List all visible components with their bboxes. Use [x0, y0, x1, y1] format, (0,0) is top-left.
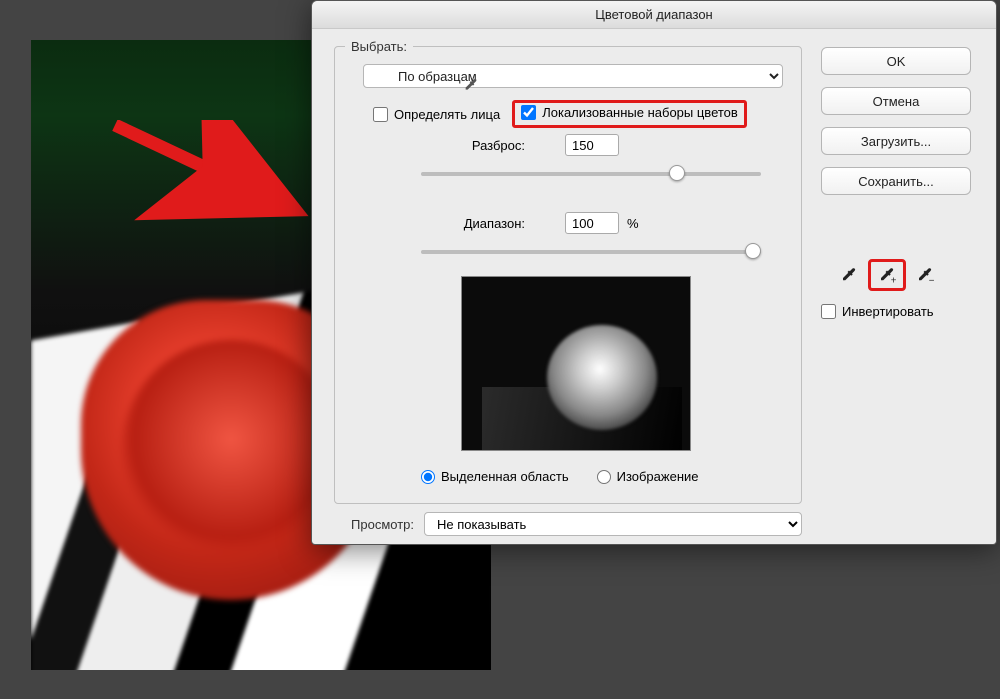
eyedropper-add-button[interactable]: + — [872, 263, 902, 287]
select-label: Выбрать: — [345, 39, 413, 54]
fuzziness-input[interactable] — [565, 134, 619, 156]
svg-text:+: + — [891, 275, 896, 284]
eyedropper-tools: + − — [834, 259, 940, 291]
eyedropper-add-highlight: + — [868, 259, 906, 291]
dialog-titlebar[interactable]: Цветовой диапазон — [312, 1, 996, 29]
radio-image-input[interactable] — [597, 470, 611, 484]
range-input[interactable] — [565, 212, 619, 234]
selection-preview-row: Просмотр: Не показывать — [334, 512, 802, 536]
slider-track — [421, 172, 761, 176]
cancel-button[interactable]: Отмена — [821, 87, 971, 115]
invert-checkbox[interactable]: Инвертировать — [821, 304, 934, 319]
checkbox-row: Определять лица Локализованные наборы цв… — [373, 100, 793, 128]
localized-highlight: Локализованные наборы цветов — [512, 100, 747, 128]
slider-handle[interactable] — [745, 243, 761, 259]
range-suffix: % — [627, 216, 639, 231]
radio-image[interactable]: Изображение — [597, 469, 699, 484]
view-label: Просмотр: — [334, 517, 414, 532]
radio-selection-input[interactable] — [421, 470, 435, 484]
preview-mode-radios: Выделенная область Изображение — [421, 469, 699, 484]
detect-faces-checkbox[interactable]: Определять лица — [373, 107, 500, 122]
eyedropper-minus-icon: − — [916, 266, 934, 284]
invert-input[interactable] — [821, 304, 836, 319]
svg-text:−: − — [929, 275, 934, 284]
eyedropper-icon — [840, 266, 858, 284]
select-row: По образцам — [353, 64, 783, 88]
fuzziness-slider[interactable] — [421, 164, 761, 184]
selection-preview — [461, 276, 691, 451]
radio-selection-label: Выделенная область — [441, 469, 569, 484]
dialog-button-column: OK Отмена Загрузить... Сохранить... — [821, 47, 971, 195]
range-row: Диапазон: % — [375, 212, 775, 234]
detect-faces-label: Определять лица — [394, 107, 500, 122]
range-label: Диапазон: — [375, 216, 525, 231]
view-select[interactable]: Не показывать — [424, 512, 802, 536]
eyedropper-sample-button[interactable] — [834, 263, 864, 287]
radio-selection[interactable]: Выделенная область — [421, 469, 569, 484]
slider-track — [421, 250, 761, 254]
fuzziness-row: Разброс: — [375, 134, 775, 156]
select-group: Выбрать: По образцам Определять лица Лок… — [334, 39, 802, 504]
fuzziness-label: Разброс: — [375, 138, 525, 153]
eyedropper-plus-icon: + — [878, 266, 896, 284]
localized-checkbox[interactable]: Локализованные наборы цветов — [521, 105, 738, 120]
color-range-dialog: Цветовой диапазон Выбрать: По образцам О… — [311, 0, 997, 545]
localized-label: Локализованные наборы цветов — [542, 105, 738, 120]
dialog-content: Выбрать: По образцам Определять лица Лок… — [334, 39, 974, 537]
invert-label: Инвертировать — [842, 304, 934, 319]
slider-handle[interactable] — [669, 165, 685, 181]
localized-input[interactable] — [521, 105, 536, 120]
dialog-title: Цветовой диапазон — [595, 7, 713, 22]
eyedropper-subtract-button[interactable]: − — [910, 263, 940, 287]
range-slider[interactable] — [421, 242, 761, 262]
sampled-colors-select[interactable]: По образцам — [363, 64, 783, 88]
preview-rose-bw — [547, 325, 657, 430]
radio-image-label: Изображение — [617, 469, 699, 484]
save-button[interactable]: Сохранить... — [821, 167, 971, 195]
load-button[interactable]: Загрузить... — [821, 127, 971, 155]
detect-faces-input[interactable] — [373, 107, 388, 122]
ok-button[interactable]: OK — [821, 47, 971, 75]
